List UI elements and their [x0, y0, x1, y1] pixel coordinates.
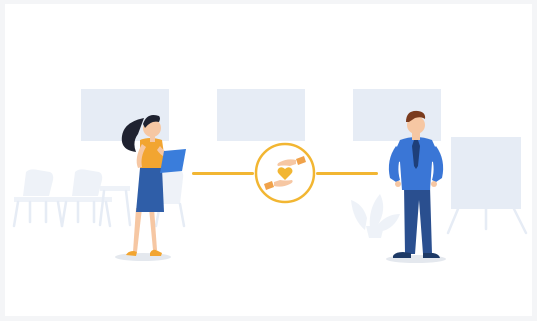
woman-skirt [136, 168, 164, 212]
woman-shadow [115, 253, 171, 261]
man-left-hand [395, 181, 401, 187]
wall-board-right [353, 89, 441, 141]
handshake-heart-icon [254, 142, 316, 204]
chair-2-seat [62, 197, 112, 202]
wall-board-center [217, 89, 305, 141]
flipchart-board [451, 137, 521, 209]
man-right-hand [431, 181, 437, 187]
chair-1 [23, 169, 54, 196]
chair-2 [72, 169, 103, 196]
illustration-canvas [5, 4, 532, 316]
chair-1-seat [14, 197, 64, 202]
connector-line-left [192, 172, 254, 175]
illustration-scene [0, 0, 537, 321]
plant-pot [366, 226, 384, 238]
woman-neck [150, 136, 155, 142]
woman-tablet [160, 149, 186, 173]
connector-line-right [316, 172, 378, 175]
